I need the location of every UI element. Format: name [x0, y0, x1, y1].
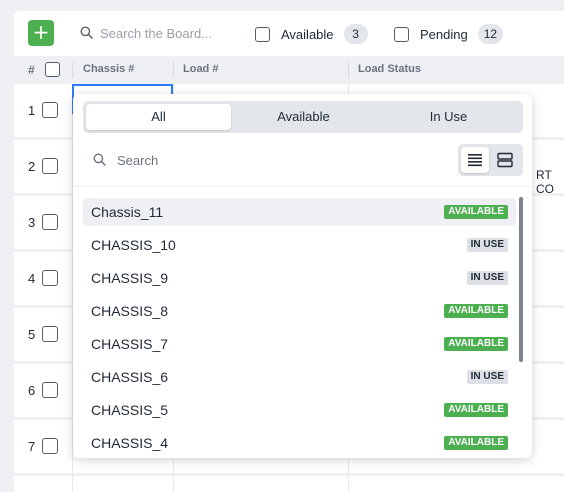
header-row-number: # [28, 63, 35, 77]
chassis-option[interactable]: CHASSIS_8 AVAILABLE [83, 297, 516, 325]
list-view-icon [468, 154, 482, 167]
chassis-dropdown: All Available In Use Chassis_11 AVAILABL… [73, 94, 532, 458]
row-checkbox[interactable] [42, 214, 58, 230]
status-badge: AVAILABLE [444, 403, 508, 417]
board-search-input[interactable] [100, 23, 250, 43]
status-badge: AVAILABLE [444, 337, 508, 351]
row-checkbox[interactable] [42, 382, 58, 398]
chassis-option[interactable]: CHASSIS_6 IN USE [83, 363, 516, 391]
row-checkbox[interactable] [42, 326, 58, 342]
status-badge: AVAILABLE [444, 205, 508, 219]
table-header: # Chassis # Load # Load Status [14, 56, 564, 84]
dropdown-scrollbar[interactable] [519, 197, 523, 362]
row-number: 2 [28, 159, 36, 174]
header-load[interactable]: Load # [183, 63, 218, 75]
chassis-option-name: CHASSIS_9 [91, 270, 169, 286]
filter-available-label: Available [281, 26, 334, 42]
tab-available[interactable]: Available [231, 104, 376, 130]
tab-in-use[interactable]: In Use [376, 104, 521, 130]
chassis-option[interactable]: CHASSIS_7 AVAILABLE [83, 330, 516, 358]
chassis-option-name: CHASSIS_6 [91, 369, 169, 385]
chassis-option[interactable]: Chassis_11 AVAILABLE [83, 198, 516, 226]
status-badge: IN USE [466, 238, 508, 252]
row-number: 7 [28, 439, 36, 454]
row-number: 4 [28, 271, 36, 286]
select-all-checkbox[interactable] [45, 62, 60, 77]
status-badge: IN USE [466, 271, 508, 285]
status-badge: AVAILABLE [444, 304, 508, 318]
chassis-option-name: CHASSIS_7 [91, 336, 169, 352]
header-load-status[interactable]: Load Status [358, 63, 421, 75]
chassis-option-name: CHASSIS_10 [91, 237, 176, 253]
row-checkbox[interactable] [42, 270, 58, 286]
chassis-option-name: CHASSIS_5 [91, 402, 169, 418]
chassis-option[interactable]: CHASSIS_9 IN USE [83, 264, 516, 292]
chassis-option[interactable]: CHASSIS_5 AVAILABLE [83, 396, 516, 424]
row-number: 5 [28, 327, 36, 342]
chassis-option[interactable]: CHASSIS_4 AVAILABLE [83, 429, 516, 457]
row-checkbox[interactable] [42, 102, 58, 118]
row-number: 6 [28, 383, 36, 398]
row-number: 3 [28, 215, 36, 230]
add-button[interactable]: + [28, 20, 54, 46]
filter-pending-checkbox[interactable] [394, 26, 409, 42]
tab-all[interactable]: All [86, 104, 231, 130]
chassis-filter-tabs: All Available In Use [83, 101, 523, 133]
filter-available[interactable]: Available 3 [255, 24, 368, 44]
header-chassis[interactable]: Chassis # [83, 63, 134, 75]
chassis-search-input[interactable] [117, 150, 317, 170]
load-status-cell-text: RT CO [536, 168, 554, 196]
chassis-option-name: CHASSIS_8 [91, 303, 169, 319]
filter-available-count: 3 [343, 24, 368, 44]
status-badge: IN USE [466, 370, 508, 384]
search-icon [80, 26, 93, 39]
filter-pending-label: Pending [420, 26, 468, 42]
row-checkbox[interactable] [42, 158, 58, 174]
filter-pending[interactable]: Pending 12 [394, 24, 504, 44]
filter-available-checkbox[interactable] [255, 26, 270, 42]
table-row[interactable] [14, 476, 564, 492]
row-checkbox[interactable] [42, 438, 58, 454]
board-toolbar: + Available 3 Pending 12 [14, 11, 564, 56]
search-icon [93, 153, 106, 166]
chassis-option-name: Chassis_11 [91, 204, 164, 220]
chassis-option-name: CHASSIS_4 [91, 435, 169, 451]
card-view-icon [497, 152, 513, 168]
status-badge: AVAILABLE [444, 436, 508, 450]
view-toggle [458, 144, 523, 176]
chassis-option[interactable]: CHASSIS_10 IN USE [83, 231, 516, 259]
row-number: 1 [28, 103, 36, 118]
filter-pending-count: 12 [477, 24, 504, 44]
card-view-button[interactable] [491, 147, 519, 173]
list-view-button[interactable] [461, 147, 489, 173]
